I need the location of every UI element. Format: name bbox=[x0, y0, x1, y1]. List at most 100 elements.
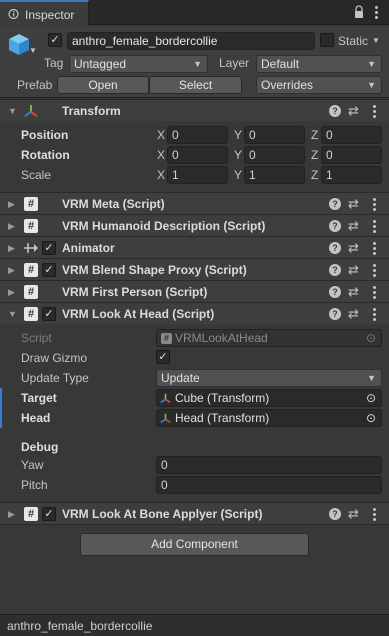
yaw-field[interactable]: 0 bbox=[156, 456, 382, 474]
gameobject-cube-icon bbox=[9, 34, 29, 55]
tab-menu-icon[interactable] bbox=[371, 5, 381, 19]
component-menu-icon[interactable] bbox=[369, 507, 379, 521]
preset-icon[interactable]: ⇄ bbox=[348, 241, 359, 254]
component-title: VRM First Person (Script) bbox=[62, 285, 208, 299]
help-icon[interactable]: ? bbox=[329, 198, 341, 210]
position-y-field[interactable]: 0 bbox=[244, 126, 305, 144]
prefab-overrides-dropdown[interactable]: Overrides ▼ bbox=[256, 76, 382, 94]
object-picker-icon[interactable]: ⊙ bbox=[366, 390, 376, 406]
foldout-closed-icon[interactable]: ▶ bbox=[8, 243, 15, 254]
help-icon[interactable]: ? bbox=[329, 308, 341, 320]
component-enabled-checkbox[interactable]: ✓ bbox=[42, 241, 56, 255]
position-x-field[interactable]: 0 bbox=[167, 126, 228, 144]
component-header-vrm-meta[interactable]: ▶ # VRM Meta (Script) ? ⇄ bbox=[0, 192, 389, 214]
component-menu-icon[interactable] bbox=[369, 197, 379, 211]
prefab-label: Prefab bbox=[17, 78, 53, 92]
component-header-transform[interactable]: ▼ Transform ? ⇄ bbox=[0, 99, 389, 121]
rotation-y-field[interactable]: 0 bbox=[244, 146, 305, 164]
component-menu-icon[interactable] bbox=[369, 307, 379, 321]
info-icon bbox=[8, 9, 19, 19]
look-at-head-body: Script # VRMLookAtHead ⊙ Draw Gizmo ✓ Up… bbox=[0, 324, 389, 502]
axis-y-label: Y bbox=[234, 128, 243, 142]
script-field: # VRMLookAtHead ⊙ bbox=[156, 329, 382, 347]
script-hash-icon: # bbox=[161, 333, 172, 344]
preset-icon[interactable]: ⇄ bbox=[348, 307, 359, 320]
icon-picker-arrow-icon[interactable]: ▼ bbox=[29, 46, 37, 55]
component-header-vrm-first-person[interactable]: ▶ # VRM First Person (Script) ? ⇄ bbox=[0, 280, 389, 302]
debug-header: Debug bbox=[21, 440, 59, 454]
update-type-dropdown[interactable]: Update ▼ bbox=[156, 369, 382, 387]
foldout-closed-icon[interactable]: ▶ bbox=[8, 265, 15, 276]
component-title: VRM Blend Shape Proxy (Script) bbox=[62, 263, 247, 277]
help-icon[interactable]: ? bbox=[329, 264, 341, 276]
object-picker-icon[interactable]: ⊙ bbox=[366, 410, 376, 426]
script-icon: # bbox=[24, 507, 38, 521]
draw-gizmo-checkbox[interactable]: ✓ bbox=[156, 350, 170, 364]
add-component-button[interactable]: Add Component bbox=[80, 533, 309, 556]
foldout-open-icon[interactable]: ▼ bbox=[8, 309, 17, 319]
lock-icon[interactable] bbox=[353, 5, 365, 19]
preset-icon[interactable]: ⇄ bbox=[348, 263, 359, 276]
foldout-closed-icon[interactable]: ▶ bbox=[8, 509, 15, 520]
foldout-closed-icon[interactable]: ▶ bbox=[8, 199, 15, 210]
component-header-animator[interactable]: ▶ ✓ Animator ? ⇄ bbox=[0, 236, 389, 258]
layer-label: Layer bbox=[219, 56, 250, 70]
active-checkbox[interactable]: ✓ bbox=[48, 33, 62, 47]
rotation-label: Rotation bbox=[21, 148, 70, 162]
component-menu-icon[interactable] bbox=[369, 219, 379, 233]
component-title: VRM Meta (Script) bbox=[62, 197, 165, 211]
foldout-open-icon[interactable]: ▼ bbox=[8, 106, 17, 116]
component-header-vrm-look-at-head[interactable]: ▼ # ✓ VRM Look At Head (Script) ? ⇄ bbox=[0, 302, 389, 324]
foldout-closed-icon[interactable]: ▶ bbox=[8, 287, 15, 298]
tab-bar: Inspector bbox=[0, 0, 389, 25]
yaw-label: Yaw bbox=[21, 458, 44, 472]
help-icon[interactable]: ? bbox=[329, 105, 341, 117]
tab-inspector[interactable]: Inspector bbox=[0, 0, 89, 25]
foldout-closed-icon[interactable]: ▶ bbox=[8, 221, 15, 232]
tag-label: Tag bbox=[44, 56, 64, 70]
layer-dropdown[interactable]: Default ▼ bbox=[256, 55, 382, 73]
scale-z-field[interactable]: 1 bbox=[321, 166, 382, 184]
component-menu-icon[interactable] bbox=[369, 241, 379, 255]
pitch-label: Pitch bbox=[21, 478, 48, 492]
scale-y-field[interactable]: 1 bbox=[244, 166, 305, 184]
component-header-vrm-look-at-bone-applyer[interactable]: ▶ # ✓ VRM Look At Bone Applyer (Script) … bbox=[0, 502, 389, 525]
component-title: VRM Look At Bone Applyer (Script) bbox=[62, 507, 263, 521]
prefab-select-button[interactable]: Select bbox=[149, 76, 242, 94]
component-enabled-checkbox[interactable]: ✓ bbox=[42, 263, 56, 277]
component-enabled-checkbox[interactable]: ✓ bbox=[42, 507, 56, 521]
transform-axes-icon bbox=[160, 413, 171, 424]
rotation-x-field[interactable]: 0 bbox=[167, 146, 228, 164]
pitch-field[interactable]: 0 bbox=[156, 476, 382, 494]
preset-icon[interactable]: ⇄ bbox=[348, 507, 359, 520]
static-checkbox[interactable] bbox=[320, 33, 334, 47]
help-icon[interactable]: ? bbox=[329, 242, 341, 254]
target-object-field[interactable]: Cube (Transform) ⊙ bbox=[156, 389, 382, 407]
help-icon[interactable]: ? bbox=[329, 508, 341, 520]
help-icon[interactable]: ? bbox=[329, 286, 341, 298]
help-icon[interactable]: ? bbox=[329, 220, 341, 232]
head-label: Head bbox=[21, 411, 51, 425]
position-z-field[interactable]: 0 bbox=[321, 126, 382, 144]
tag-dropdown[interactable]: Untagged ▼ bbox=[69, 55, 208, 73]
component-enabled-checkbox[interactable]: ✓ bbox=[42, 307, 56, 321]
preset-icon[interactable]: ⇄ bbox=[348, 197, 359, 210]
component-menu-icon[interactable] bbox=[369, 263, 379, 277]
component-header-vrm-humanoid-description[interactable]: ▶ # VRM Humanoid Description (Script) ? … bbox=[0, 214, 389, 236]
preset-icon[interactable]: ⇄ bbox=[348, 285, 359, 298]
preset-icon[interactable]: ⇄ bbox=[348, 219, 359, 232]
prefab-open-button[interactable]: Open bbox=[57, 76, 149, 94]
axis-x-label: X bbox=[157, 128, 166, 142]
rotation-z-field[interactable]: 0 bbox=[321, 146, 382, 164]
component-menu-icon[interactable] bbox=[369, 104, 379, 118]
component-menu-icon[interactable] bbox=[369, 285, 379, 299]
object-name-field[interactable]: anthro_female_bordercollie bbox=[67, 32, 315, 50]
component-header-vrm-blend-shape-proxy[interactable]: ▶ # ✓ VRM Blend Shape Proxy (Script) ? ⇄ bbox=[0, 258, 389, 280]
preset-icon[interactable]: ⇄ bbox=[348, 104, 359, 117]
static-dropdown-icon[interactable]: ▼ bbox=[372, 36, 380, 45]
scale-x-field[interactable]: 1 bbox=[167, 166, 228, 184]
tab-label: Inspector bbox=[25, 8, 75, 22]
head-object-field[interactable]: Head (Transform) ⊙ bbox=[156, 409, 382, 427]
axis-y-label: Y bbox=[234, 148, 243, 162]
axis-z-label: Z bbox=[311, 168, 319, 182]
